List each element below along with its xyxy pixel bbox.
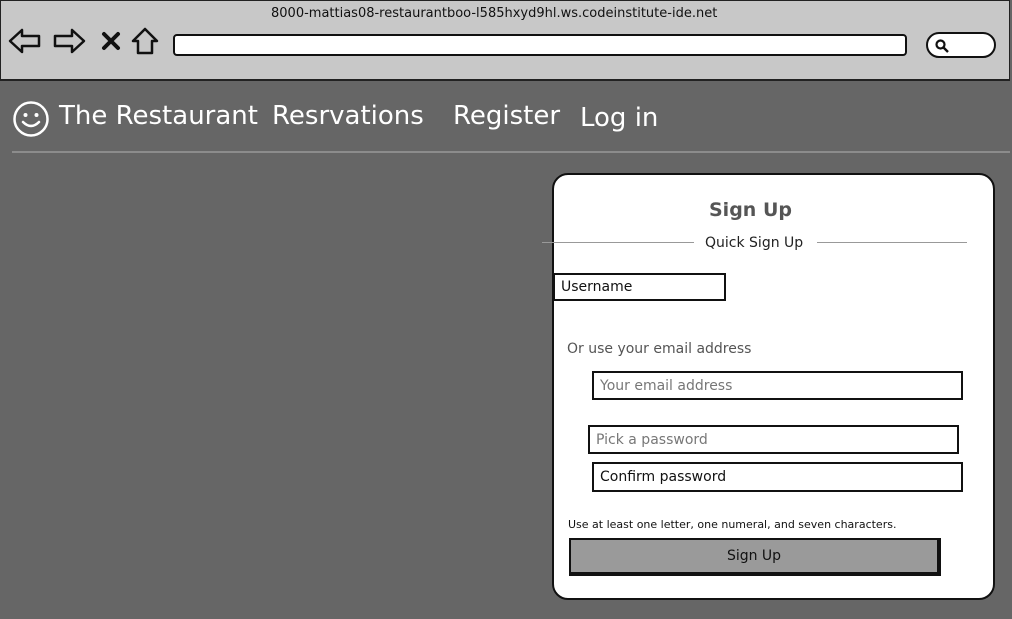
signup-title: Sign Up bbox=[709, 199, 792, 221]
back-arrow-icon[interactable] bbox=[7, 23, 43, 59]
nav-divider bbox=[12, 151, 1010, 153]
divider-left bbox=[542, 242, 694, 243]
home-icon[interactable] bbox=[127, 23, 163, 59]
signup-button[interactable]: Sign Up bbox=[569, 538, 941, 576]
nav-link-login[interactable]: Log in bbox=[580, 103, 658, 133]
nav-brand-link[interactable]: The Restaurant bbox=[59, 101, 258, 131]
nav-link-register[interactable]: Register bbox=[453, 101, 560, 131]
confirm-password-field[interactable] bbox=[592, 462, 963, 492]
username-field[interactable] bbox=[553, 273, 726, 301]
divider-right bbox=[817, 242, 967, 243]
url-text: 8000-mattias08-restaurantboo-l585hxyd9hl… bbox=[271, 6, 718, 21]
browser-chrome: 8000-mattias08-restaurantboo-l585hxyd9hl… bbox=[0, 0, 1010, 81]
nav-link-reservations[interactable]: Resrvations bbox=[272, 101, 424, 131]
close-icon[interactable] bbox=[93, 23, 129, 59]
password-hint: Use at least one letter, one numeral, an… bbox=[568, 518, 897, 531]
forward-arrow-icon[interactable] bbox=[51, 23, 87, 59]
search-icon bbox=[934, 38, 950, 58]
or-email-label: Or use your email address bbox=[567, 341, 752, 357]
quick-signup-title: Quick Sign Up bbox=[705, 235, 804, 251]
browser-search-box[interactable] bbox=[926, 32, 996, 58]
password-field[interactable] bbox=[588, 425, 959, 454]
address-bar[interactable] bbox=[173, 34, 907, 56]
email-field[interactable] bbox=[592, 371, 963, 400]
smiley-logo-icon[interactable] bbox=[12, 100, 50, 142]
